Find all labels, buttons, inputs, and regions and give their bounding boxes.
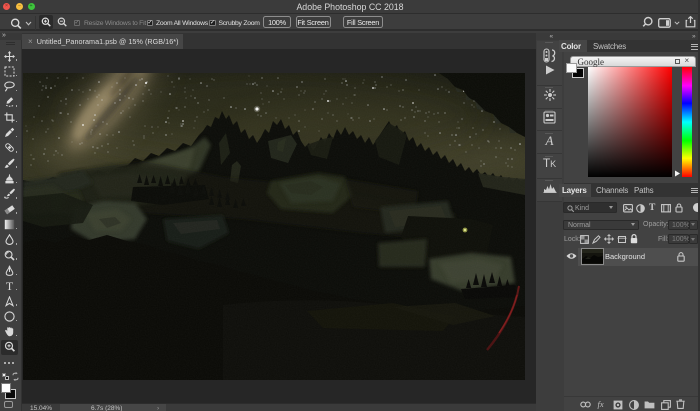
svg-text:T: T (6, 280, 14, 291)
